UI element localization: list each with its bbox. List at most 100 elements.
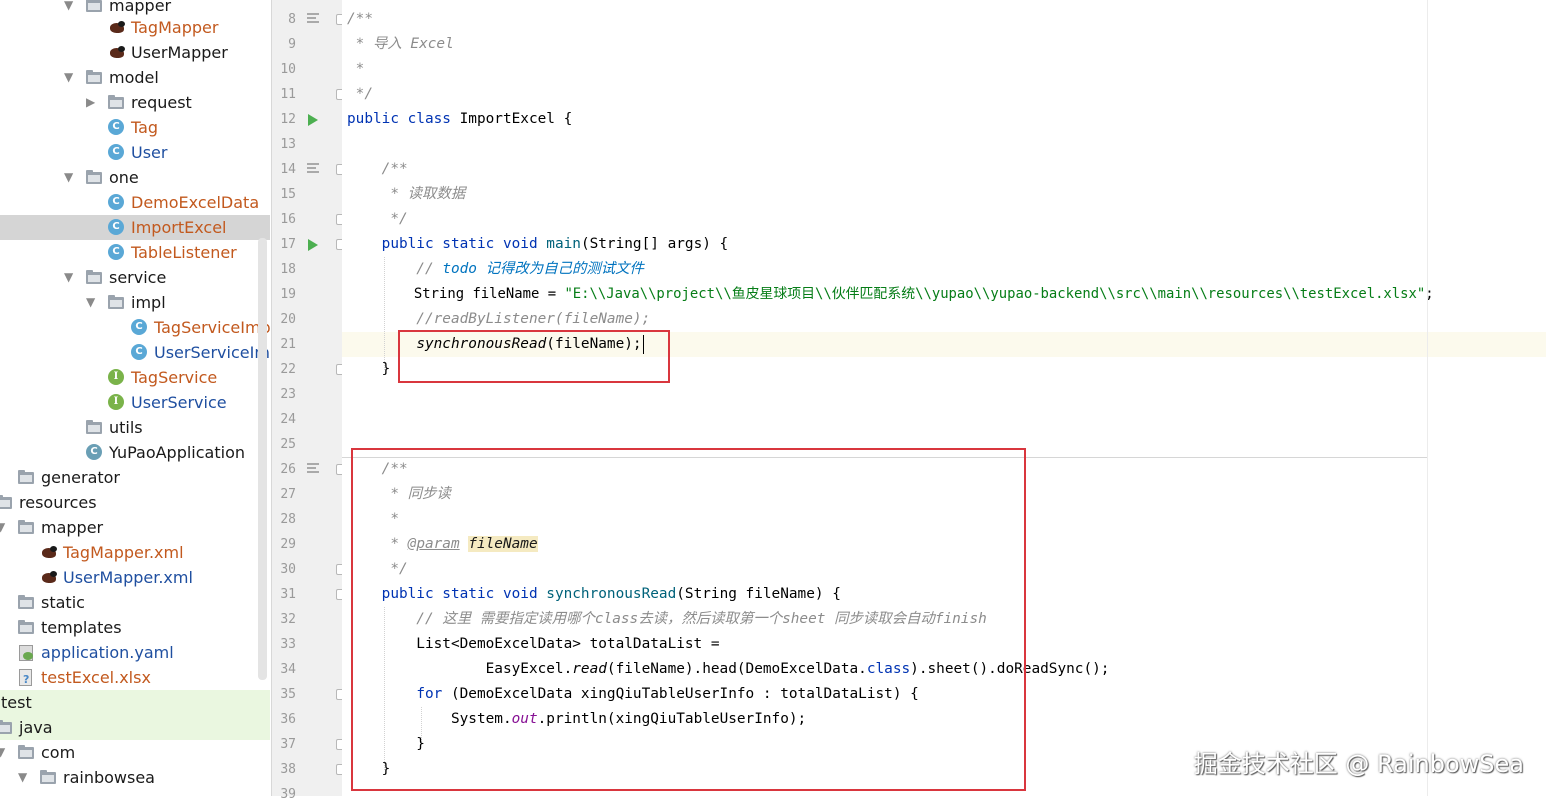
class-icon: C bbox=[108, 244, 124, 260]
tree-item-mapper[interactable]: ▼ mapper bbox=[0, 515, 270, 540]
tree-item-label: Tag bbox=[131, 118, 159, 137]
tree-item-request[interactable]: ▶ request bbox=[0, 90, 270, 115]
tree-item-tagmapper[interactable]: TagMapper bbox=[0, 15, 270, 40]
line-number: 16 bbox=[280, 212, 296, 227]
tree-item-utils[interactable]: utils bbox=[0, 415, 270, 440]
line-number: 20 bbox=[280, 312, 296, 327]
tree-item-tagmapper-xml[interactable]: TagMapper.xml bbox=[0, 540, 270, 565]
line-number: 27 bbox=[280, 487, 296, 502]
expand-arrow-icon[interactable]: ▼ bbox=[18, 771, 30, 783]
folder-icon bbox=[108, 295, 124, 309]
expand-arrow-icon[interactable]: ▼ bbox=[64, 171, 76, 183]
tree-item-label: java bbox=[19, 718, 53, 737]
tree-item-label: templates bbox=[41, 618, 122, 637]
tree-item-userserviceimpl[interactable]: C UserServiceImpl bbox=[0, 340, 270, 365]
line-number: 13 bbox=[280, 137, 296, 152]
code-line-14: /** bbox=[347, 161, 408, 177]
expand-arrow-icon[interactable]: ▼ bbox=[0, 746, 8, 758]
expand-arrow-icon[interactable]: ▼ bbox=[86, 296, 98, 308]
class-icon: C bbox=[131, 344, 147, 360]
class-icon: C bbox=[131, 319, 147, 335]
line-number: 30 bbox=[280, 562, 296, 577]
code-line-12: public class ImportExcel { bbox=[347, 111, 573, 127]
folder-icon bbox=[40, 770, 56, 784]
tree-item-tagservice[interactable]: I TagService bbox=[0, 365, 270, 390]
expand-arrow-icon[interactable]: ▼ bbox=[0, 521, 8, 533]
line-number: 28 bbox=[280, 512, 296, 527]
line-number: 8 bbox=[288, 12, 296, 27]
javadoc-icon bbox=[307, 13, 319, 23]
right-margin-guide bbox=[1427, 0, 1428, 796]
code-line-11: */ bbox=[347, 86, 373, 102]
tree-item-templates[interactable]: templates bbox=[0, 615, 270, 640]
line-number: 38 bbox=[280, 762, 296, 777]
tree-item-testexcel-xlsx[interactable]: testExcel.xlsx bbox=[0, 665, 270, 690]
watermark: 掘金技术社区 @ RainbowSea bbox=[1193, 750, 1524, 778]
expand-arrow-icon[interactable]: ▼ bbox=[64, 271, 76, 283]
tree-item-usermapper-xml[interactable]: UserMapper.xml bbox=[0, 565, 270, 590]
folder-icon bbox=[18, 520, 34, 534]
folder-icon bbox=[18, 620, 34, 634]
code-line-9: * 导入 Excel bbox=[347, 36, 454, 52]
tree-item-label: UserMapper.xml bbox=[63, 568, 193, 587]
tree-item-label: mapper bbox=[41, 518, 104, 537]
tree-item-rainbowsea[interactable]: ▼ rainbowsea bbox=[0, 765, 270, 790]
tree-scrollbar[interactable] bbox=[258, 238, 267, 680]
tree-item-test[interactable]: test bbox=[0, 690, 270, 715]
tree-item-importexcel[interactable]: C ImportExcel bbox=[0, 215, 270, 240]
code-line-8: /** bbox=[347, 11, 373, 27]
javadoc-icon bbox=[307, 463, 319, 473]
project-tree: ▼ mapper TagMapper UserMapper ▼ model ▶ request… bbox=[0, 0, 270, 796]
tree-item-label: DemoExcelData bbox=[131, 193, 260, 212]
tree-item-tagserviceimpl[interactable]: C TagServiceImpl bbox=[0, 315, 270, 340]
tree-item-application-yaml[interactable]: application.yaml bbox=[0, 640, 270, 665]
tree-item-one[interactable]: ▼ one bbox=[0, 165, 270, 190]
tree-item-userservice[interactable]: I UserService bbox=[0, 390, 270, 415]
tree-item-tag[interactable]: C Tag bbox=[0, 115, 270, 140]
tree-item-label: static bbox=[41, 593, 85, 612]
line-number: 37 bbox=[280, 737, 296, 752]
tree-item-label: UserService bbox=[131, 393, 227, 412]
tree-item-label: TableListener bbox=[131, 243, 237, 262]
run-class-icon[interactable] bbox=[308, 114, 318, 126]
tree-item-label: application.yaml bbox=[41, 643, 174, 662]
tree-item-label: generator bbox=[41, 468, 121, 487]
expand-arrow-icon[interactable]: ▼ bbox=[64, 71, 76, 83]
code-editor[interactable]: /** * 导入 Excel * */ public class ImportE… bbox=[342, 0, 1546, 796]
tree-item-label: UserServiceImpl bbox=[154, 343, 270, 362]
tree-item-model[interactable]: ▼ model bbox=[0, 65, 270, 90]
tree-item-resources[interactable]: resources bbox=[0, 490, 270, 515]
class-icon: C bbox=[108, 144, 124, 160]
line-number: 17 bbox=[280, 237, 296, 252]
resources-folder-icon bbox=[0, 495, 12, 509]
expand-arrow-icon[interactable]: ▼ bbox=[64, 0, 76, 11]
folder-icon bbox=[18, 470, 34, 484]
run-main-icon[interactable] bbox=[308, 239, 318, 251]
tree-item-demoexceldata[interactable]: C DemoExcelData bbox=[0, 190, 270, 215]
mybatis-bird-icon bbox=[40, 546, 58, 560]
line-number: 14 bbox=[280, 162, 296, 177]
line-number: 39 bbox=[280, 787, 296, 802]
folder-icon bbox=[86, 270, 102, 284]
code-line-10: * bbox=[347, 61, 365, 77]
line-number: 11 bbox=[280, 87, 296, 102]
line-number: 25 bbox=[280, 437, 296, 452]
tree-item-generator[interactable]: generator bbox=[0, 465, 270, 490]
tree-item-label: model bbox=[109, 68, 159, 87]
tree-item-tablelistener[interactable]: C TableListener bbox=[0, 240, 270, 265]
tree-item-java[interactable]: java bbox=[0, 715, 270, 740]
code-line-22: } bbox=[347, 361, 391, 377]
line-number: 33 bbox=[280, 637, 296, 652]
line-number: 36 bbox=[280, 712, 296, 727]
tree-item-service[interactable]: ▼ service bbox=[0, 265, 270, 290]
tree-item-static[interactable]: static bbox=[0, 590, 270, 615]
tree-item-user[interactable]: C User bbox=[0, 140, 270, 165]
tree-item-yupaoapplication[interactable]: C YuPaoApplication bbox=[0, 440, 270, 465]
collapse-arrow-icon[interactable]: ▶ bbox=[86, 96, 98, 108]
spring-boot-class-icon: C bbox=[86, 444, 102, 460]
code-line-18: // todo 记得改为自己的测试文件 bbox=[347, 261, 644, 277]
class-icon: C bbox=[108, 194, 124, 210]
tree-item-usermapper[interactable]: UserMapper bbox=[0, 40, 270, 65]
tree-item-impl[interactable]: ▼ impl bbox=[0, 290, 270, 315]
tree-item-com[interactable]: ▼ com bbox=[0, 740, 270, 765]
